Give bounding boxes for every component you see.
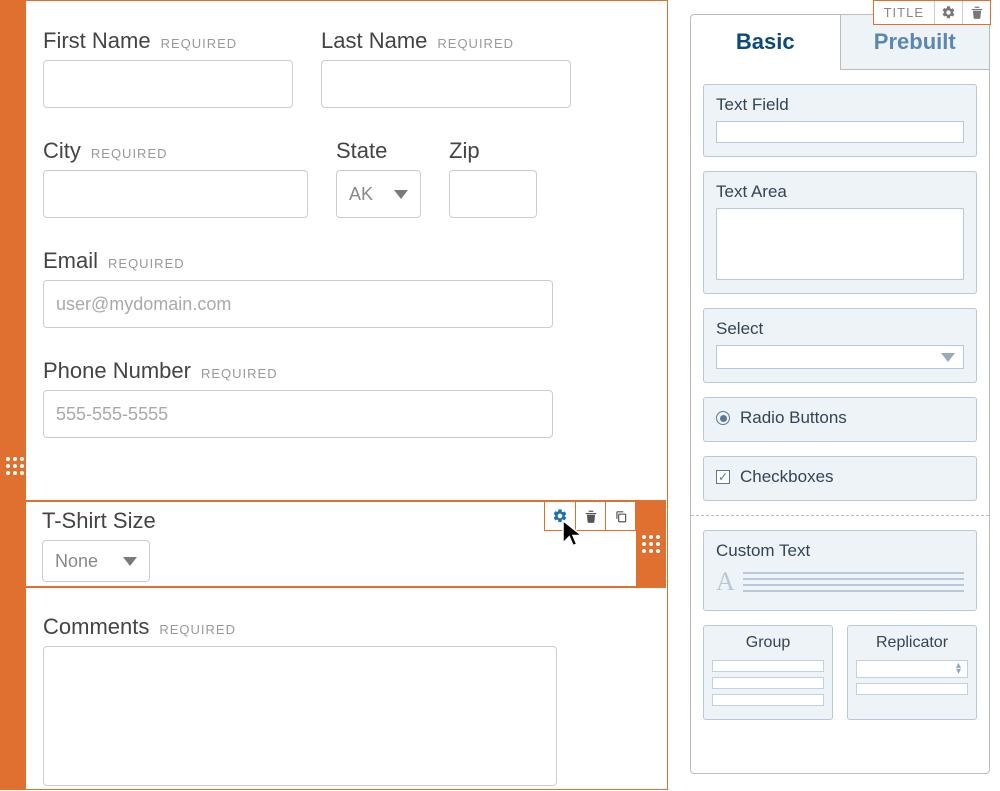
field-duplicate-button[interactable] [605,502,635,530]
field-first-name[interactable]: First Name REQUIRED [43,28,293,108]
required-tag: REQUIRED [201,366,278,381]
gear-icon [552,508,568,524]
text-field-preview [716,121,964,143]
text-lines-preview [743,572,964,592]
component-text-area[interactable]: Text Area [703,171,977,294]
component-palette: Basic Prebuilt Text Field Text Area Sele… [690,14,990,774]
field-email[interactable]: Email REQUIRED [43,248,553,328]
title-delete-button[interactable] [962,1,990,24]
component-replicator[interactable]: Replicator ▴▾ [847,625,977,720]
component-text-field[interactable]: Text Field [703,84,977,157]
component-label: Text Area [716,182,964,202]
field-comments[interactable]: Comments REQUIRED [43,614,571,791]
form-body: First Name REQUIRED Last Name REQUIRED C… [43,28,643,468]
gear-icon [941,5,956,20]
field-delete-button[interactable] [575,502,605,530]
label-state: State [336,138,387,164]
label-tshirt: T-Shirt Size [42,508,156,534]
label-city: City [43,138,81,164]
tshirt-value: None [55,551,98,572]
required-tag: REQUIRED [91,146,168,161]
component-label: Text Field [716,95,964,115]
chevron-down-icon [941,353,955,362]
drag-handle-icon [6,457,24,475]
field-settings-button[interactable] [545,502,575,530]
component-radio[interactable]: Radio Buttons [703,397,977,442]
required-tag: REQUIRED [161,36,238,51]
radio-icon [716,411,730,425]
group-preview-line [712,694,824,706]
label-last-name: Last Name [321,28,427,54]
required-tag: REQUIRED [437,36,514,51]
checkbox-icon: ✓ [716,470,730,484]
field-state[interactable]: State AK [336,138,421,218]
trash-icon [970,5,984,20]
drag-handle-icon [642,535,660,553]
form-drag-rail[interactable] [0,1,26,789]
component-group[interactable]: Group [703,625,833,720]
component-label: Select [716,319,964,339]
label-first-name: First Name [43,28,151,54]
form-title-toolbar: TITLE [873,0,991,25]
first-name-input[interactable] [43,60,293,108]
field-city[interactable]: City REQUIRED [43,138,308,218]
copy-icon [614,509,628,524]
select-preview [716,345,964,369]
label-zip: Zip [449,138,480,164]
field-zip[interactable]: Zip [449,138,537,218]
label-email: Email [43,248,98,274]
field-last-name[interactable]: Last Name REQUIRED [321,28,571,108]
chevron-down-icon [394,190,408,199]
replicator-preview-select: ▴▾ [856,660,968,678]
field-action-bar [544,501,636,531]
component-checkboxes[interactable]: ✓ Checkboxes [703,456,977,501]
required-tag: REQUIRED [159,622,236,637]
comments-textarea[interactable] [43,646,557,786]
last-name-input[interactable] [321,60,571,108]
field-tshirt-selected[interactable]: T-Shirt Size None [26,500,666,588]
title-settings-button[interactable] [934,1,962,24]
trash-icon [584,509,598,524]
field-phone[interactable]: Phone Number REQUIRED [43,358,553,438]
component-label: Checkboxes [740,467,834,487]
component-select[interactable]: Select [703,308,977,383]
text-icon: A [716,567,735,597]
form-canvas: First Name REQUIRED Last Name REQUIRED C… [0,0,668,790]
palette-divider [691,515,989,516]
text-area-preview [716,208,964,280]
group-preview-line [712,677,824,689]
field-drag-handle[interactable] [636,502,666,586]
chevron-down-icon [123,557,137,566]
tshirt-select[interactable]: None [42,540,150,582]
label-phone: Phone Number [43,358,191,384]
zip-input[interactable] [449,170,537,218]
state-select[interactable]: AK [336,170,421,218]
title-label: TITLE [874,1,934,24]
phone-input[interactable] [43,390,553,438]
component-label: Custom Text [716,541,964,561]
group-preview-line [712,660,824,672]
component-custom-text[interactable]: Custom Text A [703,530,977,611]
tab-basic[interactable]: Basic [691,15,840,70]
required-tag: REQUIRED [108,256,185,271]
component-label: Replicator [856,634,968,652]
component-label: Radio Buttons [740,408,847,428]
component-label: Group [712,634,824,652]
replicator-preview-line [856,683,968,695]
email-input[interactable] [43,280,553,328]
city-input[interactable] [43,170,308,218]
label-comments: Comments [43,614,149,640]
state-value: AK [349,184,373,205]
